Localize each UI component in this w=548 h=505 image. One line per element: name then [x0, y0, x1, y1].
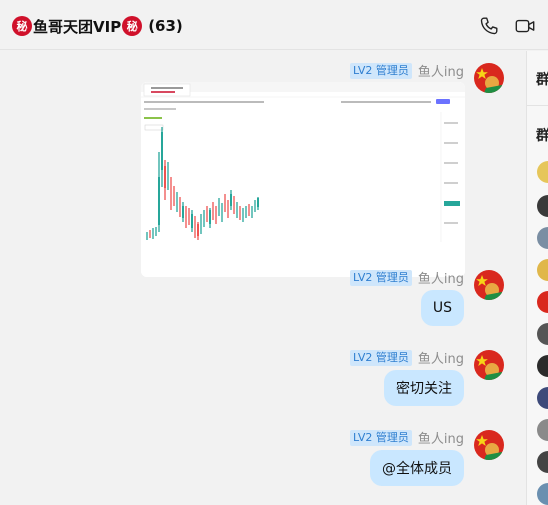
price-chart-thumbnail	[141, 82, 465, 277]
flag-avatar-icon	[474, 430, 504, 460]
role-badge: LV2 管理员	[349, 429, 412, 446]
sender-avatar[interactable]	[474, 430, 504, 460]
sender-name[interactable]: 鱼人ing	[418, 268, 464, 287]
member-avatar[interactable]	[537, 259, 548, 281]
sender-name[interactable]: 鱼人ing	[418, 428, 464, 447]
member-avatar[interactable]	[537, 483, 548, 505]
group-title[interactable]: 秘 鱼哥天团VIP 秘 (63)	[12, 15, 183, 37]
secret-badge-right: 秘	[122, 16, 143, 36]
sender-name[interactable]: 鱼人ing	[418, 61, 464, 80]
member-count: (63)	[148, 17, 183, 35]
message-bubble[interactable]: 密切关注	[384, 370, 464, 406]
message-meta: LV2 管理员 鱼人ing	[349, 268, 464, 287]
member-avatar[interactable]	[537, 291, 548, 313]
video-call-icon[interactable]	[514, 15, 536, 37]
group-name: 鱼哥天团VIP	[33, 17, 122, 36]
sender-name[interactable]: 鱼人ing	[418, 348, 464, 367]
phone-icon[interactable]	[478, 15, 500, 37]
flag-avatar-icon	[474, 63, 504, 93]
sender-avatar[interactable]	[474, 63, 504, 93]
message-bubble[interactable]: US	[420, 290, 464, 326]
member-avatar[interactable]	[537, 323, 548, 345]
sender-avatar[interactable]	[474, 350, 504, 380]
chart-image-message[interactable]	[141, 82, 465, 277]
message-meta: LV2 管理员 鱼人ing	[349, 348, 464, 367]
message-list[interactable]: LV2 管理员 鱼人ing LV2 管理员 鱼人ing US LV2 管理员 鱼…	[0, 51, 526, 505]
member-avatar[interactable]	[537, 419, 548, 441]
message-bubble[interactable]: @全体成员	[370, 450, 464, 486]
member-avatar[interactable]	[537, 451, 548, 473]
member-avatar[interactable]	[537, 161, 548, 183]
message-meta: LV2 管理员 鱼人ing	[349, 428, 464, 447]
group-announcement-title: 群	[536, 72, 548, 88]
group-side-panel[interactable]: 群 群	[527, 51, 548, 505]
sender-avatar[interactable]	[474, 270, 504, 300]
flag-avatar-icon	[474, 270, 504, 300]
role-badge: LV2 管理员	[349, 349, 412, 366]
side-divider	[527, 105, 548, 106]
secret-badge-left: 秘	[12, 16, 32, 36]
flag-avatar-icon	[474, 350, 504, 380]
member-avatar[interactable]	[537, 227, 548, 249]
role-badge: LV2 管理员	[349, 62, 412, 79]
message-meta: LV2 管理员 鱼人ing	[349, 61, 464, 80]
group-members-title: 群	[536, 128, 548, 144]
chat-header: 秘 鱼哥天团VIP 秘 (63)	[0, 0, 548, 50]
member-avatar[interactable]	[537, 195, 548, 217]
member-avatar[interactable]	[537, 355, 548, 377]
member-avatar[interactable]	[537, 387, 548, 409]
role-badge: LV2 管理员	[349, 269, 412, 286]
